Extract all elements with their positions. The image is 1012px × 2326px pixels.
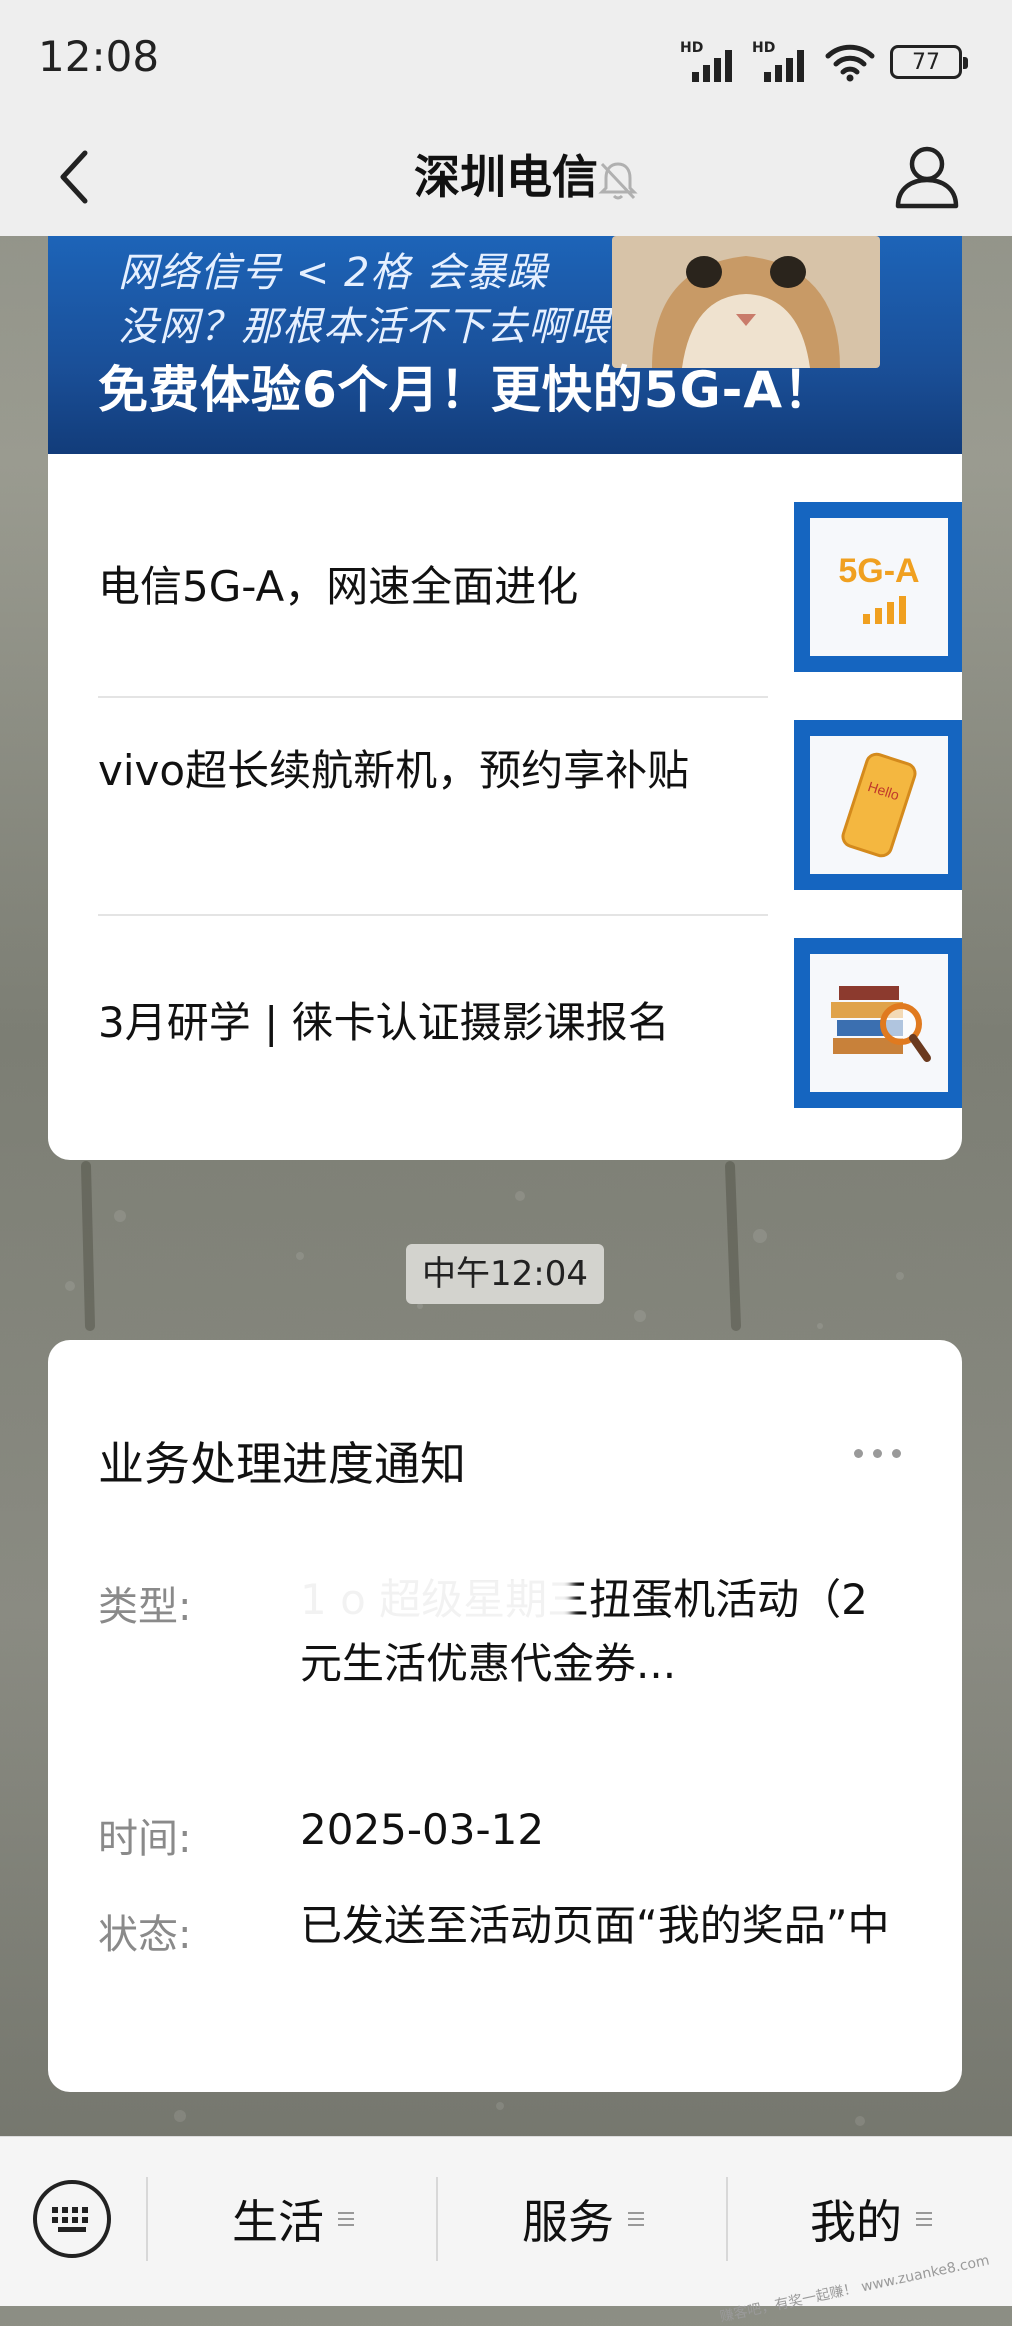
- battery-level: 77: [912, 49, 940, 75]
- news-card: 网络信号 < 2格 会暴躁 没网？那根本活不下去啊喂 免费体验6个月！更快的5G…: [48, 236, 962, 1160]
- signal-icon: HD: [752, 40, 810, 84]
- cat-image: [612, 236, 880, 368]
- status-label: 状态:: [98, 1912, 192, 1958]
- message-time-badge: 中午12:04: [406, 1244, 604, 1304]
- news-divider: [98, 914, 768, 916]
- tab-separator: [146, 2177, 148, 2261]
- muted-bell-icon: [598, 162, 638, 200]
- menu-icon: [916, 2212, 932, 2226]
- navigation-bar: 深圳电信: [0, 120, 1012, 236]
- page-title: 深圳电信: [414, 150, 598, 204]
- svg-text:5G-A: 5G-A: [838, 552, 919, 590]
- status-icons: HD HD 77: [680, 40, 968, 84]
- redacted-blur: [272, 1572, 572, 1630]
- tab-mine[interactable]: 我的: [730, 2177, 1012, 2261]
- bottom-tab-bar: 生活 服务 我的 赚客吧，有奖一起赚！ www.zuanke8.com: [0, 2136, 1012, 2325]
- tab-label: 服务: [522, 2195, 614, 2249]
- watermark: 赚客吧，有奖一起赚！ www.zuanke8.com: [718, 2252, 991, 2326]
- tab-life[interactable]: 生活: [150, 2177, 436, 2261]
- news-item[interactable]: vivo超长续航新机，预约享补贴 Hello: [98, 720, 962, 890]
- status-bar: 12:08 HD HD 77: [0, 0, 1012, 120]
- more-options-button[interactable]: [842, 1438, 912, 1468]
- phone-thumbnail: Hello: [794, 720, 962, 890]
- battery-icon: 77: [890, 45, 968, 79]
- menu-icon: [338, 2212, 354, 2226]
- tab-service[interactable]: 服务: [440, 2177, 726, 2261]
- status-time: 12:08: [38, 32, 160, 81]
- time-label: 时间:: [98, 1816, 192, 1862]
- dot-icon: [891, 1448, 901, 1458]
- keyboard-icon[interactable]: [30, 2177, 114, 2261]
- 5g-a-icon: 5G-A: [838, 552, 920, 624]
- books-magnifier-thumbnail: [794, 938, 962, 1108]
- signal-icon: HD: [680, 40, 738, 84]
- news-item[interactable]: 3月研学 | 徕卡认证摄影课报名: [98, 938, 962, 1108]
- dot-icon: [853, 1448, 863, 1458]
- notice-card[interactable]: 业务处理进度通知 类型: 1 o 超级星期三扭蛋机活动（2元生活优惠代金券...…: [48, 1340, 962, 2092]
- tab-label: 我的: [810, 2195, 902, 2249]
- 5g-a-thumbnail: 5G-A: [794, 502, 962, 672]
- news-divider: [98, 696, 768, 698]
- menu-icon: [628, 2212, 644, 2226]
- wifi-icon: [825, 44, 875, 82]
- profile-icon[interactable]: [890, 138, 964, 212]
- promo-banner[interactable]: 网络信号 < 2格 会暴躁 没网？那根本活不下去啊喂 免费体验6个月！更快的5G…: [48, 236, 962, 454]
- books-icon: [831, 986, 931, 1062]
- time-value: 2025-03-12: [300, 1805, 545, 1854]
- tab-separator: [726, 2177, 728, 2261]
- dot-icon: [872, 1448, 882, 1458]
- news-title: 电信5G-A，网速全面进化: [98, 562, 579, 611]
- news-title: vivo超长续航新机，预约享补贴: [98, 746, 690, 795]
- banner-cta: 免费体验6个月！更快的5G-A！: [98, 361, 835, 419]
- banner-line2: 没网？那根本活不下去啊喂: [118, 304, 610, 350]
- tab-label: 生活: [232, 2195, 324, 2249]
- notice-title: 业务处理进度通知: [98, 1437, 466, 1491]
- tab-separator: [436, 2177, 438, 2261]
- type-label: 类型:: [98, 1584, 192, 1630]
- phone-icon: Hello: [841, 752, 917, 858]
- news-item[interactable]: 电信5G-A，网速全面进化 5G-A: [98, 502, 962, 672]
- banner-line1: 网络信号 < 2格 会暴躁: [118, 250, 549, 296]
- news-title: 3月研学 | 徕卡认证摄影课报名: [98, 998, 670, 1047]
- status-value: 已发送至活动页面“我的奖品”中: [300, 1901, 890, 1950]
